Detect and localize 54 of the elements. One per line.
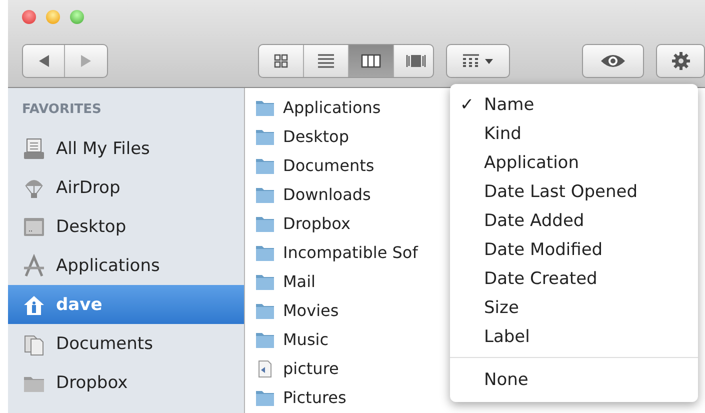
arrange-button[interactable] [446, 44, 510, 78]
folder-icon [255, 272, 275, 290]
sidebar-item[interactable]: AirDrop [8, 168, 244, 207]
file-item[interactable]: Desktop [255, 122, 418, 151]
menu-item[interactable]: Date Created [450, 264, 698, 293]
drawer-icon [22, 136, 46, 160]
menu-item[interactable]: None [450, 365, 698, 394]
folder-icon [255, 244, 275, 262]
folder-icon [255, 302, 275, 320]
right-arrow-icon [78, 54, 93, 68]
folder-icon [255, 388, 275, 406]
apps-icon [22, 254, 46, 278]
sidebar-heading: FAVORITES [21, 102, 102, 119]
menu-item[interactable]: Date Last Opened [450, 177, 698, 206]
menu-item[interactable]: ✓ Name [450, 90, 698, 119]
view-button[interactable] [348, 45, 394, 77]
file-item[interactable]: Downloads [255, 180, 418, 209]
sidebar-item[interactable]: Dropbox [8, 363, 244, 402]
gear-icon [670, 51, 691, 71]
menu-item[interactable]: Label [450, 322, 698, 351]
folder-icon [255, 128, 275, 146]
menu-item[interactable]: Date Modified [450, 235, 698, 264]
left-arrow-icon [36, 54, 51, 68]
folder-icon [255, 98, 275, 116]
folder-icon [255, 156, 275, 174]
action-button[interactable] [656, 44, 705, 78]
file-item[interactable]: Documents [255, 151, 418, 180]
coverflow-icon [404, 53, 427, 69]
file-item[interactable]: Mail [255, 267, 418, 296]
close-button[interactable] [22, 10, 36, 24]
eye-icon [600, 53, 626, 69]
menu-item[interactable]: Kind [450, 119, 698, 148]
folder-icon [255, 330, 275, 348]
sidebar-item[interactable]: Documents [8, 324, 244, 363]
file-item[interactable]: Applications [255, 93, 418, 122]
sidebar-item[interactable]: All My Files [8, 129, 244, 168]
arrange-icon [460, 53, 495, 69]
file-item[interactable]: Pictures [255, 383, 418, 412]
file-item[interactable]: picture [255, 354, 418, 383]
menu-item[interactable]: Size [450, 293, 698, 322]
sidebar-item[interactable]: Desktop [8, 207, 244, 246]
sidebar-item[interactable]: Applications [8, 246, 244, 285]
menu-item[interactable]: Application [450, 148, 698, 177]
folder-icon [255, 186, 275, 204]
file-item[interactable]: Incompatible Sof [255, 238, 418, 267]
folder-icon [255, 214, 275, 232]
check-mark: ✓ [460, 94, 474, 114]
file-item[interactable]: Dropbox [255, 209, 418, 238]
sidebar-item[interactable]: dave [8, 285, 244, 324]
menu-item[interactable]: Date Added [450, 206, 698, 235]
quick-look-button[interactable] [582, 44, 644, 78]
file-item[interactable]: Music [255, 325, 418, 354]
file-item[interactable]: Movies [255, 296, 418, 325]
columns-icon [360, 53, 382, 69]
